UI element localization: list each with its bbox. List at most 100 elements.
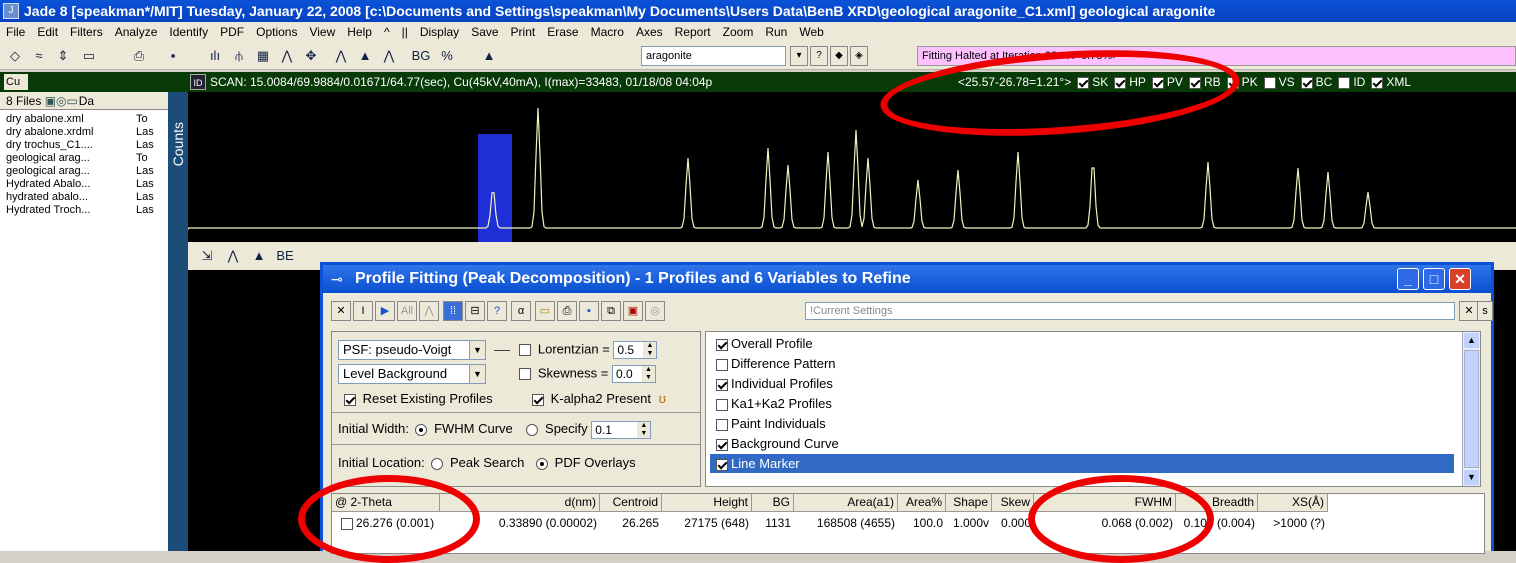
app-icon[interactable]: J (3, 3, 19, 19)
menu-filters[interactable]: Filters (64, 22, 109, 42)
spinner-icon[interactable]: ▲ ▼ (641, 366, 655, 382)
display-checkbox[interactable] (716, 398, 728, 411)
kalpha2-checkbox[interactable] (531, 393, 544, 406)
overlay-button[interactable]: ◈ (850, 46, 868, 66)
grid-toggle-icon[interactable]: ⁞⁞ (443, 301, 463, 321)
flask-icon[interactable]: ▲ (478, 46, 500, 66)
print-dialog-icon[interactable]: ⎙ (557, 301, 577, 321)
save-disk-icon[interactable]: ▪ (162, 46, 184, 66)
bg-icon[interactable]: BG (410, 46, 432, 66)
list-item[interactable]: hydrated abalo... Las (6, 191, 166, 204)
menu-[interactable]: ^ (378, 22, 396, 42)
scroll-up-icon[interactable]: ▲ (1464, 333, 1479, 348)
scroll-down-icon[interactable]: ▼ (1464, 470, 1479, 485)
specify-radio[interactable] (526, 423, 539, 436)
display-checkbox[interactable] (716, 438, 728, 451)
background-select[interactable]: Level Background ▼ (338, 364, 486, 384)
psf-select[interactable]: PSF: pseudo-Voigt ▼ (338, 340, 486, 360)
display-checkbox[interactable] (716, 338, 728, 351)
xrd-plot[interactable] (188, 92, 1516, 242)
menu-save[interactable]: Save (465, 22, 504, 42)
display-checkbox[interactable] (716, 418, 728, 431)
display-checkbox[interactable] (716, 458, 728, 471)
display-option[interactable]: Overall Profile (710, 334, 1454, 353)
display-checkbox[interactable] (716, 378, 728, 391)
pattern-lines-icon[interactable]: ⋀ (378, 46, 400, 66)
save-dialog-icon[interactable]: ▪ (579, 301, 599, 321)
updown-icon[interactable]: ⇕ (52, 46, 74, 66)
menu-print[interactable]: Print (505, 22, 542, 42)
display-option[interactable]: Background Curve (710, 434, 1454, 453)
list-item[interactable]: geological arag... Las (6, 165, 166, 178)
pattern-view-icon[interactable]: ⋀ (222, 246, 244, 266)
close-button[interactable]: ✕ (1449, 268, 1471, 290)
menu-web[interactable]: Web (793, 22, 829, 42)
smooth-icon[interactable]: ≈ (28, 46, 50, 66)
menu-report[interactable]: Report (669, 22, 717, 42)
list-item[interactable]: geological arag... To (6, 152, 166, 165)
list-item[interactable]: Hydrated Abalo... Las (6, 178, 166, 191)
column-header[interactable]: XS(Å) (1258, 494, 1328, 512)
nav-arrows-icon[interactable]: ◇ (4, 46, 26, 66)
pdf-overlays-radio[interactable] (536, 457, 549, 470)
close-x-icon[interactable]: ✕ (331, 301, 351, 321)
pattern-fill-icon[interactable]: ▲ (354, 46, 376, 66)
help-button[interactable]: ? (810, 46, 828, 66)
settings-x-button[interactable]: ✕ (1459, 301, 1479, 321)
menu-options[interactable]: Options (250, 22, 303, 42)
settings-input[interactable]: !Current Settings (805, 302, 1455, 320)
column-header[interactable]: BG (752, 494, 794, 512)
scroll-thumb[interactable] (1464, 350, 1479, 468)
kalpha-icon[interactable]: ʊ (659, 391, 666, 406)
column-header[interactable]: Area(a1) (794, 494, 898, 512)
menu-run[interactable]: Run (759, 22, 793, 42)
record-icon[interactable]: ◎ (645, 301, 665, 321)
grid-icon[interactable]: ▦ (252, 46, 274, 66)
spinner-icon[interactable]: ▲ ▼ (643, 342, 657, 358)
cross-arrows-icon[interactable]: ✥ (300, 46, 322, 66)
column-header[interactable]: Height (662, 494, 752, 512)
skewness-input[interactable]: 0.0 ▲ ▼ (611, 365, 656, 383)
spinner-icon[interactable]: ▲ ▼ (637, 421, 651, 438)
id-icon[interactable]: ID (190, 74, 206, 90)
menu-edit[interactable]: Edit (31, 22, 64, 42)
display-option[interactable]: Paint Individuals (710, 414, 1454, 433)
fwhm-curve-radio[interactable] (415, 423, 428, 436)
column-header[interactable]: Skew (992, 494, 1034, 512)
be-icon[interactable]: BE (274, 246, 296, 266)
menu-[interactable]: || (396, 22, 414, 42)
percent-icon[interactable]: % (436, 46, 458, 66)
scan-check-id[interactable] (1338, 76, 1351, 89)
menu-erase[interactable]: Erase (541, 22, 584, 42)
width-input[interactable]: 0.1 ▲ ▼ (591, 420, 652, 439)
reset-profiles-checkbox[interactable] (344, 393, 356, 406)
menu-zoom[interactable]: Zoom (717, 22, 760, 42)
list-item[interactable]: dry abalone.xml To (6, 113, 166, 126)
list-scrollbar[interactable]: ▲ ▼ (1462, 332, 1480, 486)
report-icon[interactable]: ▣ (623, 301, 643, 321)
lorentzian-input[interactable]: 0.5 ▲ ▼ (613, 341, 658, 359)
display-option[interactable]: Ka1+Ka2 Profiles (710, 394, 1454, 413)
pattern-icon[interactable]: ⋀ (330, 46, 352, 66)
print-icon[interactable]: ⎙ (128, 46, 150, 66)
display-option[interactable]: Difference Pattern (710, 354, 1454, 373)
alpha-icon[interactable]: α (511, 301, 531, 321)
lorentzian-checkbox[interactable] (519, 344, 532, 356)
dropdown-button[interactable]: ▾ (790, 46, 808, 66)
menu-macro[interactable]: Macro (585, 22, 630, 42)
folder-icon[interactable]: ▭ (535, 301, 555, 321)
minimize-button[interactable]: _ (1397, 268, 1419, 290)
cursor-icon[interactable]: I (353, 301, 373, 321)
phase-input[interactable]: aragonite (641, 46, 786, 66)
display-option[interactable]: Individual Profiles (710, 374, 1454, 393)
peak-icon[interactable]: ⫛ (228, 46, 250, 66)
bar-chart-icon[interactable]: ılı (204, 46, 226, 66)
menu-pdf[interactable]: PDF (214, 22, 250, 42)
copy-icon[interactable]: ⧉ (601, 301, 621, 321)
view-icons[interactable]: ▣◎▭ (45, 92, 79, 109)
pdf-button[interactable]: ◆ (830, 46, 848, 66)
list-item[interactable]: Hydrated Troch... Las (6, 204, 166, 217)
column-header[interactable]: Area% (898, 494, 946, 512)
scan-check-vs[interactable] (1263, 76, 1276, 89)
menu-identify[interactable]: Identify (163, 22, 214, 42)
